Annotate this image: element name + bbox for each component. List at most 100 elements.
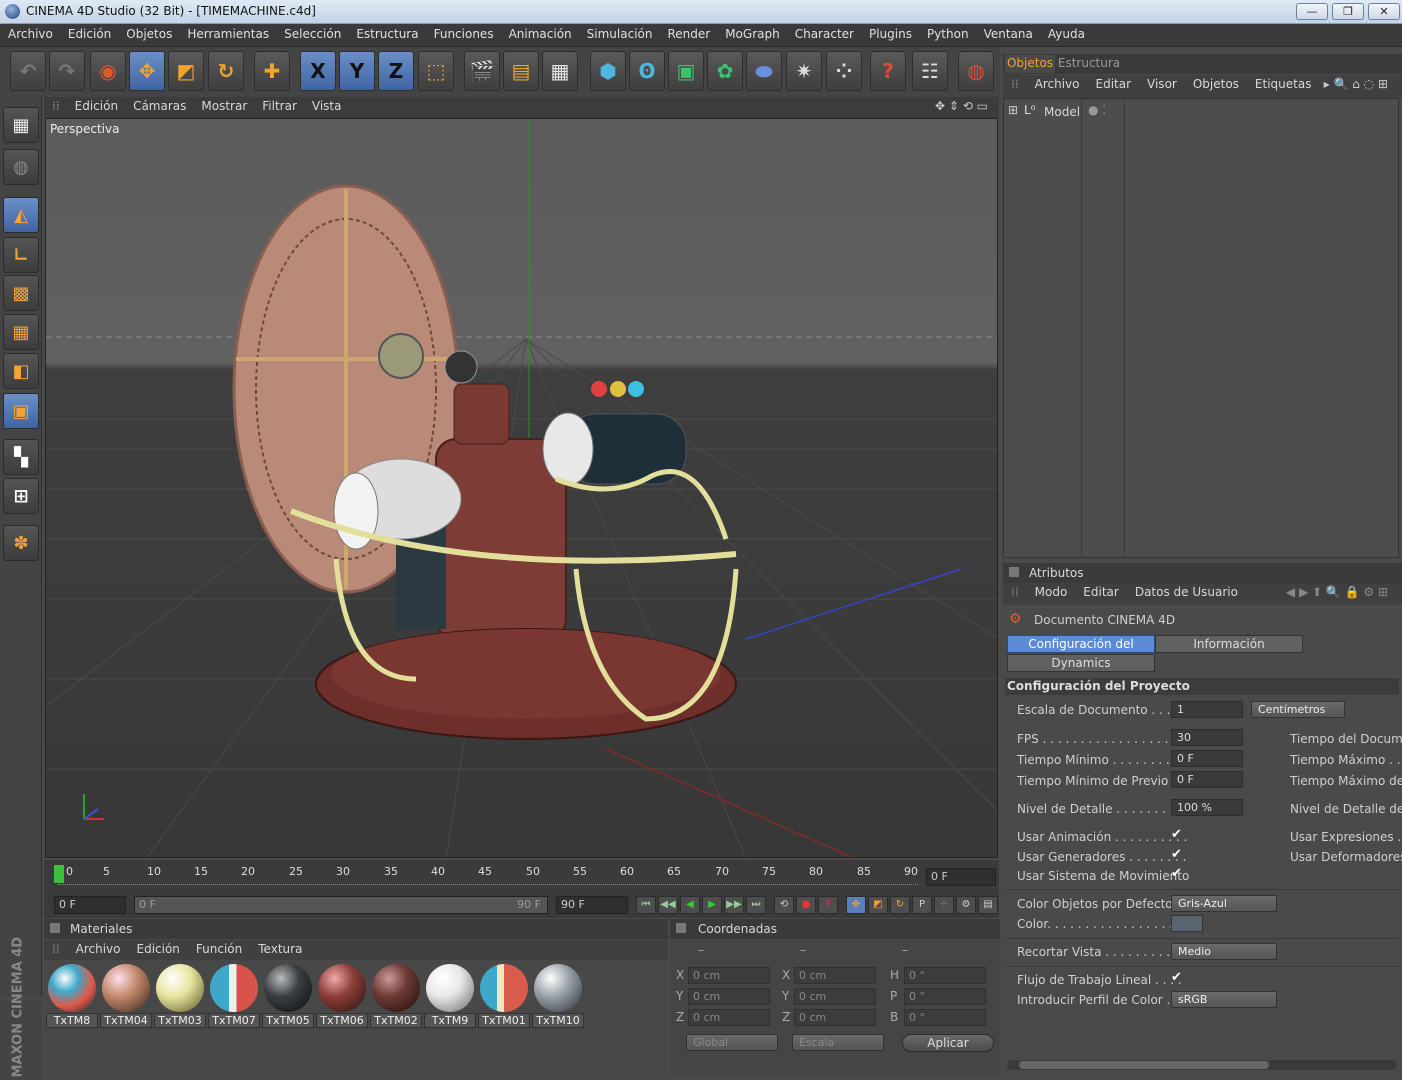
materials-menu-edicion[interactable]: Edición bbox=[129, 940, 188, 956]
axis-z-button[interactable]: Z bbox=[378, 51, 414, 91]
viewport-menu-vista[interactable]: Vista bbox=[304, 97, 349, 113]
menu-objetos[interactable]: Objetos bbox=[118, 24, 179, 41]
play-backward-icon[interactable]: ◀ bbox=[680, 896, 700, 914]
polygons-mode-icon[interactable]: ◧ bbox=[3, 353, 39, 389]
viewport-menu-mostrar[interactable]: Mostrar bbox=[193, 97, 254, 113]
size-x-field[interactable]: 0 cm bbox=[794, 967, 876, 984]
material-swatch[interactable]: TxTM04 bbox=[100, 964, 152, 1028]
attributes-menu-modo[interactable]: Modo bbox=[1027, 583, 1076, 599]
materials-menu-funcion[interactable]: Función bbox=[188, 940, 250, 956]
next-key-icon[interactable]: ▶▶ bbox=[724, 896, 744, 914]
attributes-menu-editar[interactable]: Editar bbox=[1075, 583, 1127, 599]
size-mode-dropdown[interactable]: Escala bbox=[792, 1034, 884, 1051]
cube-object-icon[interactable]: ⬢ bbox=[590, 51, 626, 91]
browser-icon[interactable]: ◍ bbox=[958, 51, 994, 91]
objects-menu-visor[interactable]: Visor bbox=[1139, 75, 1185, 91]
menu-archivo[interactable]: Archivo bbox=[0, 24, 60, 41]
attributes-toolbar-icons[interactable]: ◀ ▶ ⬆ 🔍 🔒 ⚙ ⊞ bbox=[1278, 583, 1396, 599]
key-param-icon[interactable]: P bbox=[912, 896, 932, 914]
size-y-field[interactable]: 0 cm bbox=[794, 988, 876, 1005]
objects-menu-archivo[interactable]: Archivo bbox=[1027, 75, 1088, 91]
menu-herramientas[interactable]: Herramientas bbox=[179, 24, 276, 41]
perfil-color-dropdown[interactable]: sRGB bbox=[1171, 991, 1277, 1008]
menu-plugins[interactable]: Plugins bbox=[861, 24, 919, 41]
menu-simulacion[interactable]: Simulación bbox=[579, 24, 660, 41]
viewport-layout-icon[interactable]: ▦ bbox=[3, 107, 39, 143]
rot-h-field[interactable]: 0 ° bbox=[904, 967, 986, 984]
objects-menu-editar[interactable]: Editar bbox=[1088, 75, 1140, 91]
current-frame-field[interactable]: 0 F bbox=[926, 868, 996, 886]
menu-python[interactable]: Python bbox=[919, 24, 976, 41]
rot-p-field[interactable]: 0 ° bbox=[904, 988, 986, 1005]
axis-y-button[interactable]: Y bbox=[339, 51, 375, 91]
material-swatch[interactable]: TxTM06 bbox=[316, 964, 368, 1028]
playhead[interactable] bbox=[54, 865, 64, 883]
usar-animacion-checkbox[interactable]: ✔ bbox=[1171, 827, 1182, 842]
tab-estructura[interactable]: Estructura bbox=[1057, 55, 1121, 73]
key-pla-icon[interactable]: ⚙ bbox=[956, 896, 976, 914]
menu-edicion[interactable]: Edición bbox=[60, 24, 118, 41]
key-position-icon[interactable]: ✥ bbox=[846, 896, 866, 914]
redo-icon[interactable]: ↷ bbox=[49, 51, 85, 91]
points-mode-icon[interactable]: ▩ bbox=[3, 275, 39, 311]
menu-animacion[interactable]: Animación bbox=[501, 24, 579, 41]
visibility-dots-icon[interactable]: ● ⁚ bbox=[1088, 103, 1106, 117]
material-swatch[interactable]: TxTM8 bbox=[46, 964, 98, 1028]
flujo-lineal-checkbox[interactable]: ✔ bbox=[1171, 970, 1182, 985]
scheme-icon[interactable]: ▤ bbox=[978, 896, 998, 914]
key-points-icon[interactable]: ⁘ bbox=[934, 896, 954, 914]
menu-funciones[interactable]: Funciones bbox=[426, 24, 501, 41]
material-swatch[interactable]: TxTM05 bbox=[262, 964, 314, 1028]
material-swatch[interactable]: TxTM9 bbox=[424, 964, 476, 1028]
scale-tool-icon[interactable]: ◩ bbox=[168, 51, 204, 91]
objects-toolbar-icons[interactable]: ▸ 🔍 ⌂ ◌ ⊞ bbox=[1316, 75, 1396, 91]
close-button[interactable]: ✕ bbox=[1368, 3, 1400, 20]
viewport-menu-filtrar[interactable]: Filtrar bbox=[254, 97, 304, 113]
move-tool-icon[interactable]: ✥ bbox=[129, 51, 165, 91]
materials-menu-textura[interactable]: Textura bbox=[250, 940, 310, 956]
key-rotation-icon[interactable]: ↻ bbox=[890, 896, 910, 914]
tab-configuracion[interactable]: Configuración del Proyecto bbox=[1007, 635, 1155, 668]
material-swatch[interactable]: TxTM07 bbox=[208, 964, 260, 1028]
menu-ayuda[interactable]: Ayuda bbox=[1040, 24, 1092, 41]
pos-x-field[interactable]: 0 cm bbox=[688, 967, 770, 984]
prev-key-icon[interactable]: ◀◀ bbox=[658, 896, 678, 914]
render-settings-icon[interactable]: ▦ bbox=[542, 51, 578, 91]
menu-ventana[interactable]: Ventana bbox=[976, 24, 1040, 41]
color-swatch[interactable] bbox=[1171, 915, 1203, 932]
viewport-menu-camaras[interactable]: Cámaras bbox=[125, 97, 193, 113]
viewport-menu-edicion[interactable]: Edición bbox=[67, 97, 125, 113]
menu-seleccion[interactable]: Selección bbox=[276, 24, 348, 41]
color-defecto-dropdown[interactable]: Gris-Azul bbox=[1171, 895, 1277, 912]
subdivision-surface-icon[interactable]: ▣ bbox=[668, 51, 704, 91]
texture-mode-icon[interactable]: ◍ bbox=[3, 149, 39, 185]
scene-icon[interactable]: ✷ bbox=[786, 51, 822, 91]
end-frame-field[interactable]: 90 F bbox=[556, 896, 628, 914]
maximize-button[interactable]: ❐ bbox=[1332, 3, 1364, 20]
autokey-icon[interactable]: ? bbox=[818, 896, 838, 914]
start-frame-field[interactable]: 0 F bbox=[54, 896, 126, 914]
help-icon[interactable]: ? bbox=[870, 51, 906, 91]
timeline-ruler[interactable]: 0 5 10 15 20 25 30 35 40 45 50 55 60 65 … bbox=[44, 860, 999, 892]
add-tool-icon[interactable]: ✚ bbox=[254, 51, 290, 91]
array-icon[interactable]: ✿ bbox=[707, 51, 743, 91]
materials-menu-archivo[interactable]: Archivo bbox=[68, 940, 129, 956]
render-picture-viewer-icon[interactable]: ▤ bbox=[503, 51, 539, 91]
snap-icon[interactable]: ✽ bbox=[3, 525, 39, 561]
particles-icon[interactable]: ⁘ bbox=[826, 51, 862, 91]
scrollbar-thumb[interactable] bbox=[1019, 1061, 1269, 1069]
tminp-field[interactable]: 0 F bbox=[1171, 771, 1243, 788]
nivel-field[interactable]: 100 % bbox=[1171, 799, 1243, 816]
key-scale-icon[interactable]: ◩ bbox=[868, 896, 888, 914]
size-z-field[interactable]: 0 cm bbox=[794, 1009, 876, 1026]
render-view-icon[interactable]: 🎬 bbox=[464, 51, 500, 91]
rotate-tool-icon[interactable]: ↻ bbox=[208, 51, 244, 91]
viewport-nav-icons[interactable]: ✥ ⇕ ⟲ ▭ bbox=[927, 97, 995, 113]
3d-viewport[interactable]: Perspectiva bbox=[45, 118, 998, 858]
pos-y-field[interactable]: 0 cm bbox=[688, 988, 770, 1005]
tab-dynamics[interactable]: Dynamics bbox=[1007, 654, 1155, 672]
material-swatch[interactable]: TxTM10 bbox=[532, 964, 584, 1028]
deformer-icon[interactable]: ⬬ bbox=[746, 51, 782, 91]
fps-field[interactable]: 30 bbox=[1171, 729, 1243, 746]
preview-range-slider[interactable]: 0 F 90 F bbox=[134, 896, 548, 914]
